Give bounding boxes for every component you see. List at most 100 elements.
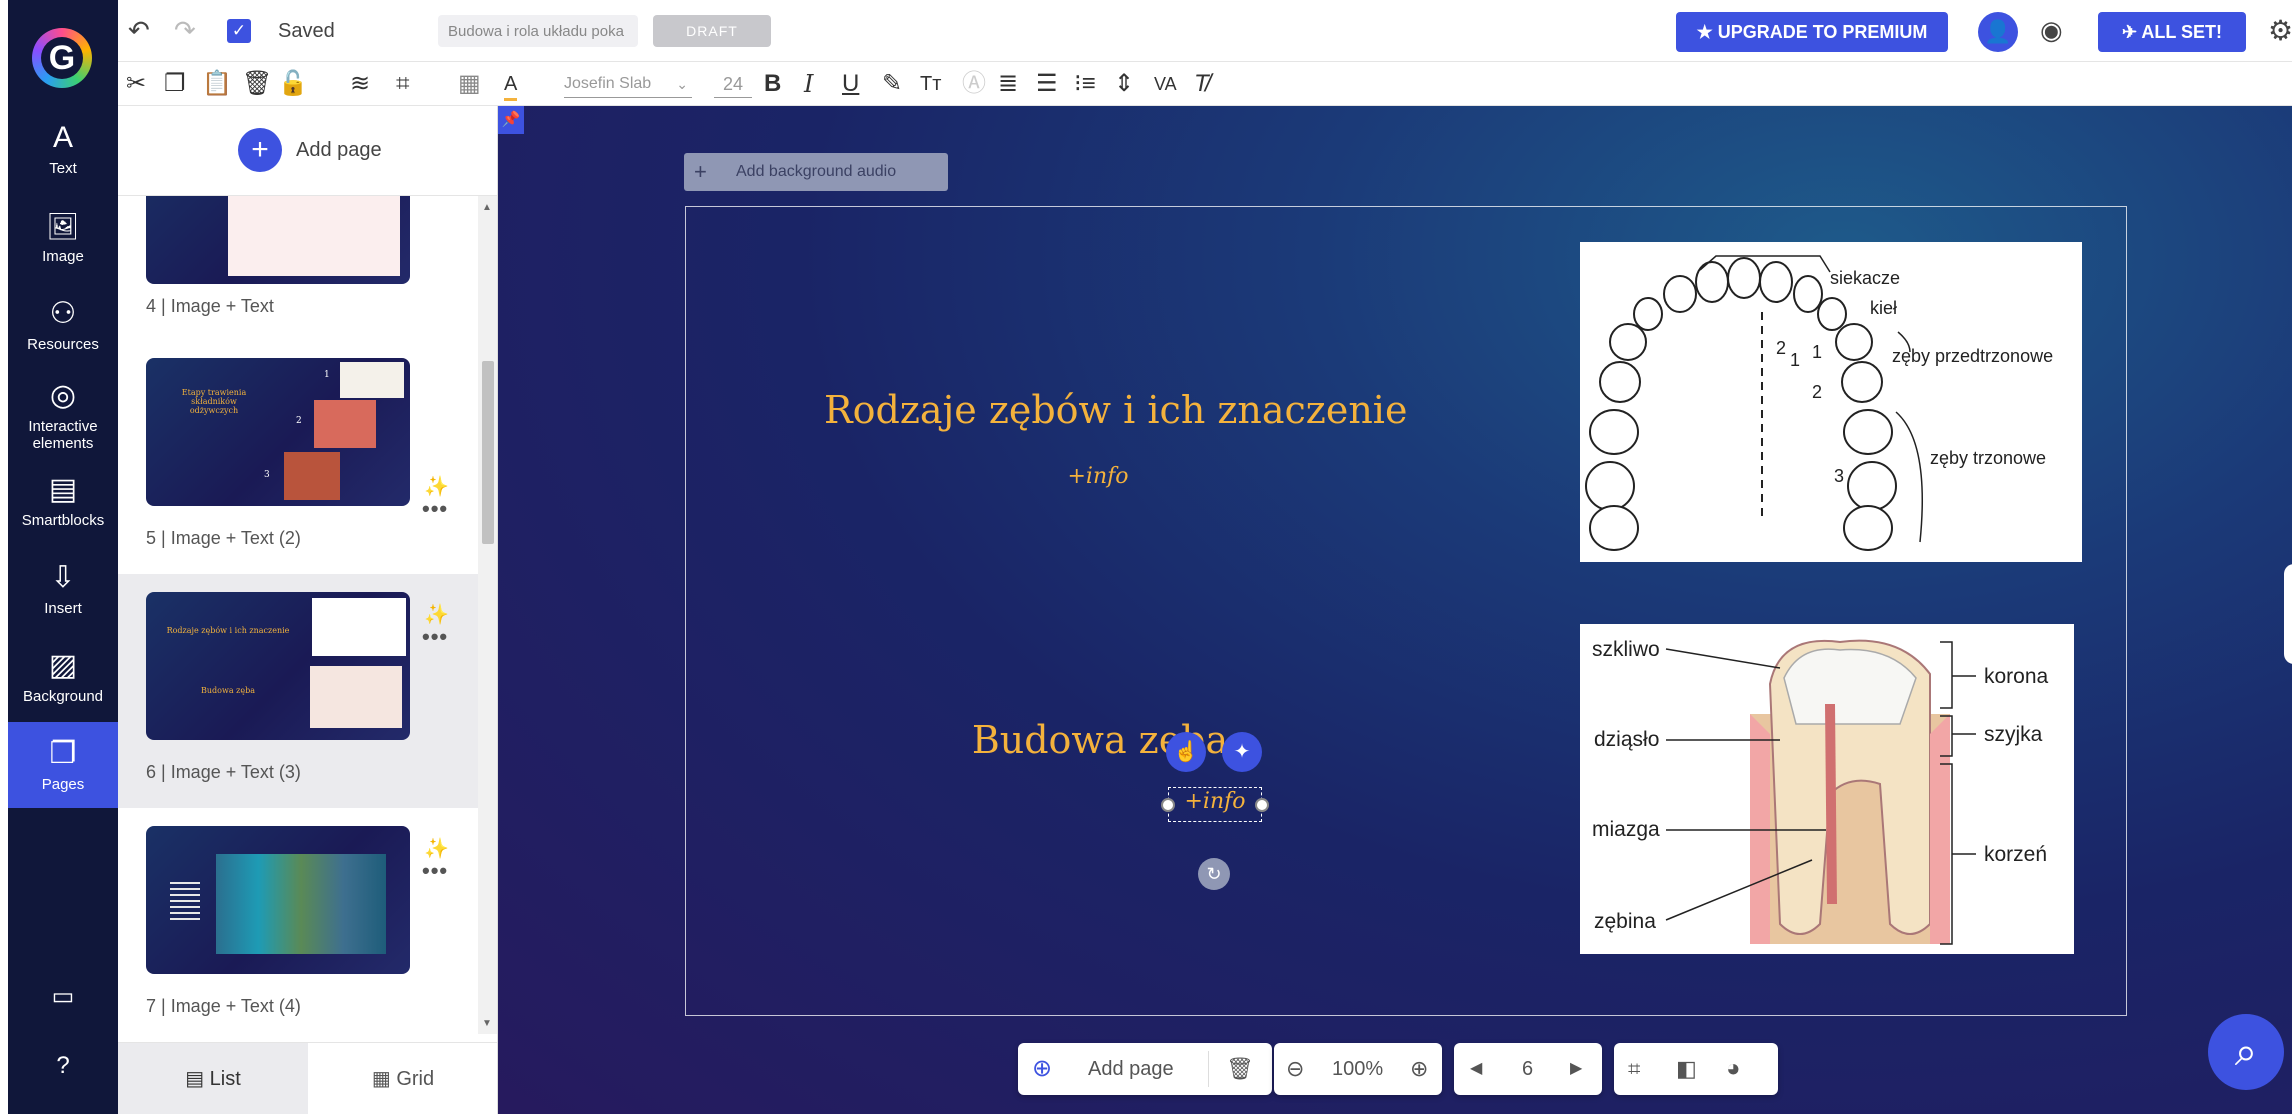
rail-image[interactable]: 🖼 Image — [8, 208, 118, 265]
upgrade-button[interactable]: ★ UPGRADE TO PREMIUM — [1676, 12, 1948, 52]
clear-format-icon[interactable]: T̸ — [1194, 70, 1209, 98]
briefcase-icon[interactable]: ▭ — [8, 982, 118, 1011]
more-options-icon[interactable]: ••• — [422, 624, 448, 650]
numbered-list-icon[interactable]: ⁝≡ — [1074, 70, 1096, 98]
theme-palette-icon[interactable]: ◕ — [1726, 1043, 1741, 1095]
tooth-structure-image[interactable]: szkliwo dziąsło miazga zębina korona szy… — [1580, 624, 2074, 954]
transparency-icon[interactable]: ▦ — [458, 70, 481, 98]
more-options-icon[interactable]: ••• — [422, 496, 448, 522]
resize-handle-left[interactable] — [1161, 798, 1175, 812]
pages-scrollbar[interactable]: ▲ ▼ — [478, 196, 497, 1034]
slide-item-6[interactable]: Rodzaje zębów i ich znaczenie Budowa zęb… — [118, 574, 478, 808]
lock-icon[interactable]: 🔓 — [278, 70, 308, 98]
more-options-icon[interactable]: ••• — [422, 858, 448, 884]
text-shadow-icon[interactable]: Ⓐ — [962, 70, 986, 98]
underline-icon[interactable]: U — [842, 70, 859, 98]
slide-thumbnail[interactable]: Rodzaje zębów i ich znaczenie Budowa zęb… — [146, 592, 410, 740]
align-justify-icon[interactable]: ≣ — [998, 70, 1018, 98]
zoom-control: ⊖ 100% ⊕ — [1274, 1043, 1442, 1095]
rail-smartblocks[interactable]: ▤ Smartblocks — [8, 472, 118, 529]
slide-item-5[interactable]: Etapy trawienia składników odżywczych 1 … — [118, 340, 478, 574]
add-page-bottom-label[interactable]: Add page — [1088, 1043, 1174, 1095]
rail-text[interactable]: A Text — [8, 120, 118, 177]
layers-icon[interactable]: ≋ — [350, 70, 370, 98]
line-height-icon[interactable]: ⇕ — [1114, 70, 1134, 98]
chevron-down-icon: ⌄ — [676, 76, 688, 92]
align-icon[interactable]: ⌗ — [396, 70, 410, 98]
rail-text-label: Text — [49, 160, 77, 177]
slide-item-7[interactable]: ✨ ••• 7 | Image + Text (4) — [118, 808, 478, 1042]
highlight-icon[interactable]: ✎ — [882, 70, 902, 98]
letter-spacing-icon[interactable]: VA — [1154, 70, 1177, 98]
scroll-down-icon[interactable]: ▼ — [482, 1018, 492, 1029]
zoom-in-icon[interactable]: ⊕ — [1410, 1043, 1428, 1095]
info-button-1[interactable]: +info — [1018, 464, 1178, 489]
rail-background[interactable]: ▨ Background — [8, 648, 118, 705]
bold-icon[interactable]: B — [764, 70, 781, 98]
text-case-icon[interactable]: Tт — [920, 70, 941, 98]
paste-icon[interactable]: 📋 — [202, 70, 232, 98]
logo-icon[interactable]: G — [32, 28, 92, 88]
rail-smartblocks-label: Smartblocks — [21, 512, 105, 529]
heading-tooth-structure[interactable]: Budowa zęba — [930, 718, 1270, 762]
thumbnail-number: 3 — [264, 470, 270, 480]
pin-icon[interactable]: 📌 — [498, 106, 524, 134]
animation-icon[interactable]: ✦ — [1222, 732, 1262, 772]
rail-insert[interactable]: ⇩ Insert — [8, 560, 118, 617]
search-help-icon[interactable]: ⌕ — [2208, 1014, 2284, 1090]
copy-icon[interactable]: ❐ — [164, 70, 186, 98]
slide-item-4[interactable]: 4 | Image + Text — [118, 136, 478, 336]
bullet-list-icon[interactable]: ☰ — [1036, 70, 1058, 98]
font-size-input[interactable]: 24 — [714, 70, 752, 98]
fit-screen-icon[interactable]: ⌗ — [1628, 1043, 1640, 1095]
interactivity-icon[interactable]: ☝ — [1166, 732, 1206, 772]
zoom-out-icon[interactable]: ⊖ — [1286, 1043, 1304, 1095]
teeth-arch-image[interactable]: siekacze kieł zęby przedtrzonowe zęby tr… — [1580, 242, 2082, 562]
label-miazga: miazga — [1592, 818, 1660, 841]
side-panel-tab[interactable] — [2284, 564, 2292, 664]
settings-gear-icon[interactable]: ⚙ — [2268, 14, 2292, 47]
rotate-handle-icon[interactable]: ↻ — [1198, 858, 1230, 890]
previous-page-icon[interactable]: ◀ — [1470, 1043, 1482, 1095]
slide-thumbnail[interactable]: Etapy trawienia składników odżywczych 1 … — [146, 358, 410, 506]
all-set-button[interactable]: ✈ ALL SET! — [2098, 12, 2246, 52]
slide-thumbnail[interactable] — [146, 826, 410, 974]
italic-icon[interactable]: I — [804, 70, 813, 98]
rail-resources[interactable]: ⚇ Resources — [8, 296, 118, 353]
thumbnail-image — [314, 400, 376, 448]
rail-interactive-elements[interactable]: ◎ Interactive elements — [8, 378, 118, 452]
rail-pages[interactable]: ❐ Pages — [8, 722, 118, 808]
thumbnail-number: 2 — [296, 416, 302, 426]
list-view-button[interactable]: ▤ List — [118, 1043, 308, 1114]
top-bar: ↶ ↷ ✓ Saved DRAFT ★ UPGRADE TO PREMIUM 👤… — [118, 0, 2292, 62]
thumbnail-text-lines — [170, 882, 200, 922]
text-color-icon[interactable]: A — [504, 70, 518, 101]
delete-icon[interactable]: 🗑 — [242, 70, 272, 98]
grid-view-button[interactable]: ▦ Grid — [308, 1043, 497, 1114]
scroll-up-icon[interactable]: ▲ — [482, 202, 492, 213]
scrollbar-thumb[interactable] — [482, 361, 494, 544]
canvas-stage[interactable]: 📌 + Add background audio Rodzaje zębów i… — [498, 106, 2292, 1114]
project-title-input[interactable] — [438, 15, 638, 47]
label-korzen: korzeń — [1984, 843, 2047, 866]
add-page-plus-icon[interactable]: ⊕ — [1032, 1043, 1052, 1095]
resize-handle-right[interactable] — [1255, 798, 1269, 812]
help-icon[interactable]: ? — [8, 1052, 118, 1080]
add-page-bottom-control: ⊕ Add page 🗑 — [1018, 1043, 1272, 1095]
font-family-select[interactable]: Josefin Slab ⌄ — [564, 70, 692, 98]
view-options-control: ⌗ ◧ ◕ — [1614, 1043, 1778, 1095]
label-szkliwo: szkliwo — [1592, 638, 1660, 661]
info-button-2[interactable]: +info — [1168, 789, 1262, 814]
image-icon: 🖼 — [46, 211, 80, 241]
redo-icon[interactable]: ↷ — [174, 14, 196, 46]
undo-icon[interactable]: ↶ — [128, 14, 150, 46]
add-user-icon[interactable]: 👤 — [1978, 12, 2018, 52]
next-page-icon[interactable]: ▶ — [1570, 1043, 1582, 1095]
compare-view-icon[interactable]: ◧ — [1676, 1043, 1697, 1095]
heading-teeth-types[interactable]: Rodzaje zębów i ich znaczenie — [824, 388, 1407, 432]
add-page-top-button[interactable]: + Add page — [118, 106, 497, 196]
preview-eye-icon[interactable]: ◉ — [2040, 15, 2063, 46]
add-background-audio-button[interactable]: + Add background audio — [684, 153, 948, 191]
cut-icon[interactable]: ✂ — [126, 70, 146, 98]
delete-page-icon[interactable]: 🗑 — [1226, 1043, 1254, 1095]
